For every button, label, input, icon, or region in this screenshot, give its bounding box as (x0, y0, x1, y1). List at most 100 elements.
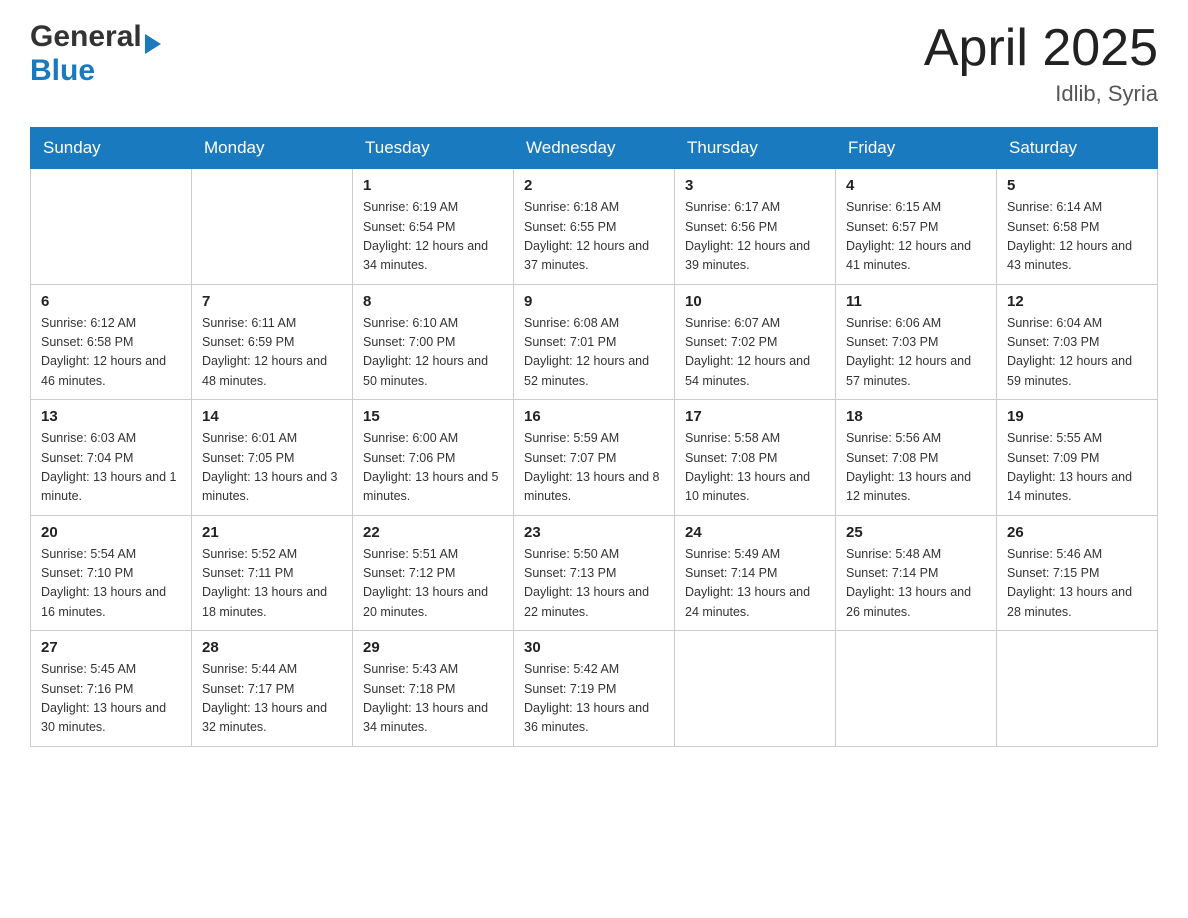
day-info: Sunrise: 5:42 AM Sunset: 7:19 PM Dayligh… (524, 660, 664, 738)
day-info: Sunrise: 5:46 AM Sunset: 7:15 PM Dayligh… (1007, 545, 1147, 623)
day-number: 28 (202, 639, 342, 656)
calendar-cell: 10 Sunrise: 6:07 AM Sunset: 7:02 PM Dayli… (675, 284, 836, 400)
day-info: Sunrise: 6:01 AM Sunset: 7:05 PM Dayligh… (202, 429, 342, 507)
day-info: Sunrise: 5:56 AM Sunset: 7:08 PM Dayligh… (846, 429, 986, 507)
day-number: 6 (41, 293, 181, 310)
calendar-cell: 17 Sunrise: 5:58 AM Sunset: 7:08 PM Dayli… (675, 400, 836, 516)
day-info: Sunrise: 6:10 AM Sunset: 7:00 PM Dayligh… (363, 314, 503, 392)
day-number: 20 (41, 524, 181, 541)
day-number: 30 (524, 639, 664, 656)
calendar-week-5: 27Sunrise: 5:45 AM Sunset: 7:16 PM Dayli… (31, 631, 1158, 747)
day-number: 23 (524, 524, 664, 541)
calendar-cell: 11 Sunrise: 6:06 AM Sunset: 7:03 PM Dayli… (836, 284, 997, 400)
calendar-header-wednesday: Wednesday (514, 128, 675, 169)
calendar-cell: 5Sunrise: 6:14 AM Sunset: 6:58 PM Daylig… (997, 169, 1158, 285)
day-info: Sunrise: 6:04 AM Sunset: 7:03 PM Dayligh… (1007, 314, 1147, 392)
day-info: Sunrise: 6:00 AM Sunset: 7:06 PM Dayligh… (363, 429, 503, 507)
calendar-cell: 7Sunrise: 6:11 AM Sunset: 6:59 PM Daylig… (192, 284, 353, 400)
page-header: General Blue April 2025 Idlib, Syria (30, 20, 1158, 107)
day-number: 16 (524, 408, 664, 425)
calendar-cell: 30 Sunrise: 5:42 AM Sunset: 7:19 PM Dayli… (514, 631, 675, 747)
day-number: 25 (846, 524, 986, 541)
day-number: 26 (1007, 524, 1147, 541)
day-number: 19 (1007, 408, 1147, 425)
calendar-cell (675, 631, 836, 747)
day-info: Sunrise: 5:44 AM Sunset: 7:17 PM Dayligh… (202, 660, 342, 738)
day-info: Sunrise: 5:58 AM Sunset: 7:08 PM Dayligh… (685, 429, 825, 507)
calendar-cell: 8Sunrise: 6:10 AM Sunset: 7:00 PM Daylig… (353, 284, 514, 400)
day-info: Sunrise: 5:49 AM Sunset: 7:14 PM Dayligh… (685, 545, 825, 623)
day-number: 10 (685, 293, 825, 310)
location: Idlib, Syria (924, 81, 1158, 107)
calendar-cell: 24 Sunrise: 5:49 AM Sunset: 7:14 PM Dayli… (675, 515, 836, 631)
calendar-header-monday: Monday (192, 128, 353, 169)
calendar-cell: 15 Sunrise: 6:00 AM Sunset: 7:06 PM Dayli… (353, 400, 514, 516)
day-number: 18 (846, 408, 986, 425)
day-number: 9 (524, 293, 664, 310)
calendar-cell: 4Sunrise: 6:15 AM Sunset: 6:57 PM Daylig… (836, 169, 997, 285)
title-section: April 2025 Idlib, Syria (924, 20, 1158, 107)
calendar-cell (192, 169, 353, 285)
calendar-cell: 21Sunrise: 5:52 AM Sunset: 7:11 PM Dayli… (192, 515, 353, 631)
day-info: Sunrise: 6:18 AM Sunset: 6:55 PM Dayligh… (524, 198, 664, 276)
day-number: 3 (685, 177, 825, 194)
day-info: Sunrise: 5:54 AM Sunset: 7:10 PM Dayligh… (41, 545, 181, 623)
day-number: 15 (363, 408, 503, 425)
day-info: Sunrise: 6:12 AM Sunset: 6:58 PM Dayligh… (41, 314, 181, 392)
calendar-cell: 3 Sunrise: 6:17 AM Sunset: 6:56 PM Daylig… (675, 169, 836, 285)
day-info: Sunrise: 6:17 AM Sunset: 6:56 PM Dayligh… (685, 198, 825, 276)
calendar-header-tuesday: Tuesday (353, 128, 514, 169)
calendar-cell: 29 Sunrise: 5:43 AM Sunset: 7:18 PM Dayli… (353, 631, 514, 747)
calendar-cell (997, 631, 1158, 747)
day-info: Sunrise: 6:06 AM Sunset: 7:03 PM Dayligh… (846, 314, 986, 392)
calendar-cell: 27Sunrise: 5:45 AM Sunset: 7:16 PM Dayli… (31, 631, 192, 747)
day-info: Sunrise: 5:52 AM Sunset: 7:11 PM Dayligh… (202, 545, 342, 623)
calendar-header-thursday: Thursday (675, 128, 836, 169)
calendar-cell (31, 169, 192, 285)
calendar-cell: 18 Sunrise: 5:56 AM Sunset: 7:08 PM Dayli… (836, 400, 997, 516)
logo-blue: Blue (30, 54, 161, 88)
calendar-cell: 26 Sunrise: 5:46 AM Sunset: 7:15 PM Dayli… (997, 515, 1158, 631)
calendar-week-4: 20 Sunrise: 5:54 AM Sunset: 7:10 PM Dayli… (31, 515, 1158, 631)
day-number: 13 (41, 408, 181, 425)
day-number: 1 (363, 177, 503, 194)
calendar-week-3: 13 Sunrise: 6:03 AM Sunset: 7:04 PM Dayli… (31, 400, 1158, 516)
calendar-cell: 13 Sunrise: 6:03 AM Sunset: 7:04 PM Dayli… (31, 400, 192, 516)
day-number: 11 (846, 293, 986, 310)
calendar-cell: 6 Sunrise: 6:12 AM Sunset: 6:58 PM Daylig… (31, 284, 192, 400)
month-title: April 2025 (924, 20, 1158, 77)
calendar-cell: 22Sunrise: 5:51 AM Sunset: 7:12 PM Dayli… (353, 515, 514, 631)
day-info: Sunrise: 5:59 AM Sunset: 7:07 PM Dayligh… (524, 429, 664, 507)
calendar-cell: 28 Sunrise: 5:44 AM Sunset: 7:17 PM Dayli… (192, 631, 353, 747)
calendar-cell: 23 Sunrise: 5:50 AM Sunset: 7:13 PM Dayli… (514, 515, 675, 631)
calendar-cell: 9 Sunrise: 6:08 AM Sunset: 7:01 PM Daylig… (514, 284, 675, 400)
calendar-week-2: 6 Sunrise: 6:12 AM Sunset: 6:58 PM Daylig… (31, 284, 1158, 400)
day-number: 7 (202, 293, 342, 310)
day-info: Sunrise: 6:03 AM Sunset: 7:04 PM Dayligh… (41, 429, 181, 507)
calendar-cell: 16 Sunrise: 5:59 AM Sunset: 7:07 PM Dayli… (514, 400, 675, 516)
calendar-cell: 25 Sunrise: 5:48 AM Sunset: 7:14 PM Dayli… (836, 515, 997, 631)
day-number: 22 (363, 524, 503, 541)
day-number: 27 (41, 639, 181, 656)
logo: General Blue (30, 20, 161, 88)
calendar-cell: 19 Sunrise: 5:55 AM Sunset: 7:09 PM Dayli… (997, 400, 1158, 516)
day-number: 12 (1007, 293, 1147, 310)
calendar-cell: 14Sunrise: 6:01 AM Sunset: 7:05 PM Dayli… (192, 400, 353, 516)
day-number: 2 (524, 177, 664, 194)
day-number: 24 (685, 524, 825, 541)
calendar-cell: 2 Sunrise: 6:18 AM Sunset: 6:55 PM Daylig… (514, 169, 675, 285)
day-info: Sunrise: 6:07 AM Sunset: 7:02 PM Dayligh… (685, 314, 825, 392)
calendar-cell: 12 Sunrise: 6:04 AM Sunset: 7:03 PM Dayli… (997, 284, 1158, 400)
day-info: Sunrise: 5:43 AM Sunset: 7:18 PM Dayligh… (363, 660, 503, 738)
day-number: 29 (363, 639, 503, 656)
calendar-cell (836, 631, 997, 747)
day-info: Sunrise: 5:50 AM Sunset: 7:13 PM Dayligh… (524, 545, 664, 623)
day-info: Sunrise: 5:48 AM Sunset: 7:14 PM Dayligh… (846, 545, 986, 623)
calendar-header-row: SundayMondayTuesdayWednesdayThursdayFrid… (31, 128, 1158, 169)
calendar-week-1: 1 Sunrise: 6:19 AM Sunset: 6:54 PM Daylig… (31, 169, 1158, 285)
logo-arrow-icon (145, 34, 161, 54)
day-info: Sunrise: 5:55 AM Sunset: 7:09 PM Dayligh… (1007, 429, 1147, 507)
day-info: Sunrise: 6:08 AM Sunset: 7:01 PM Dayligh… (524, 314, 664, 392)
day-info: Sunrise: 6:19 AM Sunset: 6:54 PM Dayligh… (363, 198, 503, 276)
day-number: 17 (685, 408, 825, 425)
